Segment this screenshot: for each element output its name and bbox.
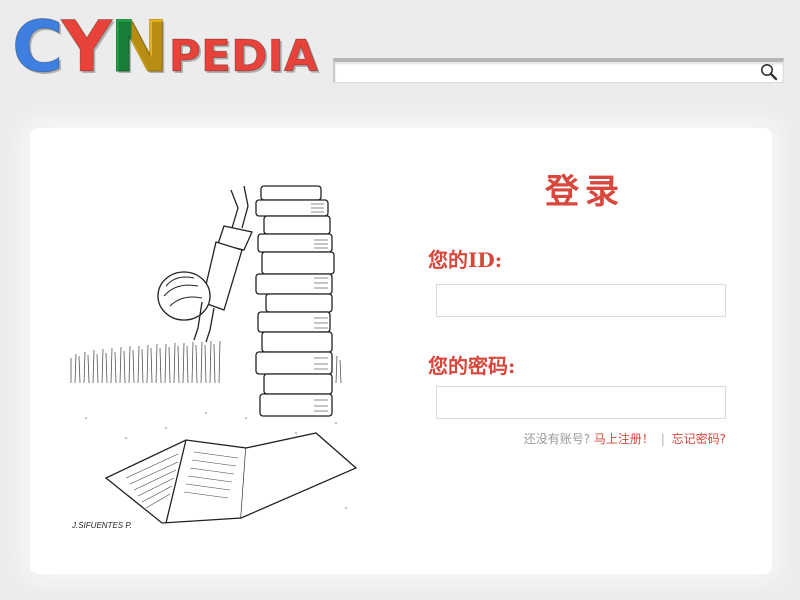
id-field[interactable]: [436, 284, 726, 317]
logo-letter-y: Y: [61, 6, 113, 88]
search-icon[interactable]: [759, 63, 779, 81]
account-links: 还没有账号? 马上注册！ | 忘记密码?: [524, 430, 726, 447]
login-card: J.SIFUENTES P. 登录 您的ID: 您的密码: 还没有账号? 马上注…: [30, 128, 772, 574]
password-label: 您的密码:: [428, 354, 516, 378]
illustration-image: J.SIFUENTES P.: [66, 178, 366, 548]
logo-suffix: PEDIA: [168, 31, 318, 82]
login-title: 登录: [545, 172, 625, 212]
register-link[interactable]: 马上注册！: [594, 432, 654, 446]
logo-letter-n: N: [110, 6, 170, 88]
header: C Y N PEDIA: [0, 0, 800, 110]
id-label: 您的ID:: [428, 248, 503, 272]
password-field[interactable]: [436, 386, 726, 419]
search-bar: [333, 58, 784, 83]
search-input[interactable]: [335, 62, 755, 82]
books-diver-illustration: J.SIFUENTES P.: [70, 185, 358, 530]
artist-signature: J.SIFUENTES P.: [71, 521, 132, 530]
site-logo[interactable]: C Y N PEDIA: [11, 6, 318, 88]
logo-letter-c: C: [11, 6, 63, 88]
forgot-password-link[interactable]: 忘记密码?: [672, 432, 726, 446]
link-separator: |: [660, 432, 665, 446]
no-account-text: 还没有账号?: [523, 432, 591, 446]
